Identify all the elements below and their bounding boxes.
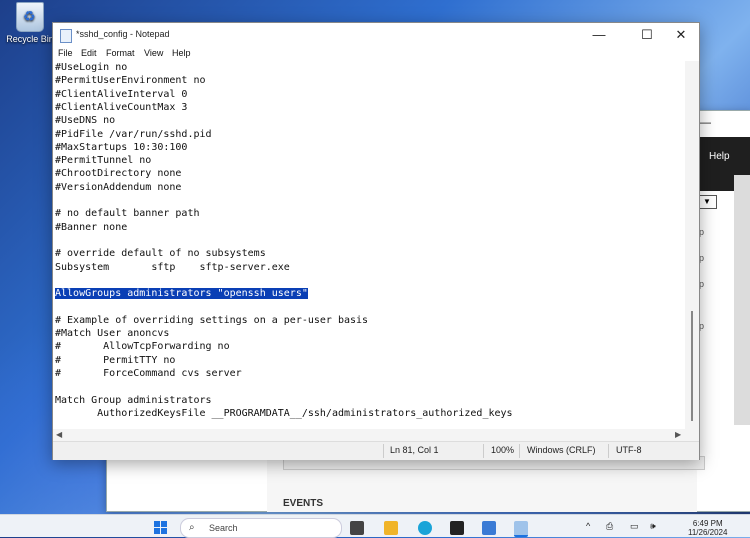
search-icon: ⌕ xyxy=(189,522,195,533)
selected-text: AllowGroups administrators "openssh user… xyxy=(55,288,308,300)
help-menu[interactable]: Help xyxy=(709,151,730,162)
menu-file[interactable]: File xyxy=(58,48,73,58)
search-placeholder: Search xyxy=(209,523,238,533)
notification-bell-icon[interactable] xyxy=(734,519,744,533)
recycle-bin-shortcut[interactable]: ♻ Recycle Bin xyxy=(4,0,56,44)
recycle-bin-icon: ♻ xyxy=(16,2,44,32)
line-text: #ChrootDirectory none xyxy=(55,168,182,180)
divider xyxy=(519,444,520,458)
divider xyxy=(608,444,609,458)
display-icon[interactable]: ▭ xyxy=(630,521,639,532)
text-line[interactable]: # AllowTcpForwarding no xyxy=(55,340,230,353)
text-line[interactable]: #VersionAddendum none xyxy=(55,181,181,194)
text-line[interactable]: Match Group administrators xyxy=(55,394,212,407)
text-line[interactable]: # ForceCommand cvs server xyxy=(55,367,242,380)
events-heading: EVENTS xyxy=(283,498,324,509)
taskbar: ⌕ Search ^ ⎙ ▭ 🕪 6:49 PM 11/26/2024 xyxy=(0,514,750,538)
text-line[interactable]: #ClientAliveCountMax 3 xyxy=(55,101,187,114)
text-line[interactable]: AuthorizedKeysFile __PROGRAMDATA__/ssh/a… xyxy=(55,407,513,420)
text-line[interactable]: # Example of overriding settings on a pe… xyxy=(55,314,368,327)
window-title: *sshd_config - Notepad xyxy=(76,29,170,39)
text-line[interactable]: AllowGroups administrators "openssh user… xyxy=(55,287,308,300)
close-button[interactable]: ✕ xyxy=(661,23,701,47)
text-line[interactable]: # no default banner path xyxy=(55,207,200,220)
menu-view[interactable]: View xyxy=(144,48,163,58)
zoom-level: 100% xyxy=(491,445,515,455)
notepad-taskbar-icon[interactable] xyxy=(514,521,528,537)
line-text: #ClientAliveInterval 0 xyxy=(55,88,188,100)
windows-logo-icon xyxy=(154,521,160,527)
line-text: # AllowTcpForwarding no xyxy=(55,341,230,353)
horizontal-scrollbar[interactable]: ◀ ▶ xyxy=(53,429,685,441)
text-line[interactable]: Subsystem sftp sftp-server.exe xyxy=(55,261,290,274)
terminal-icon[interactable] xyxy=(450,521,464,535)
line-text: # no default banner path xyxy=(55,208,200,220)
text-line[interactable]: # PermitTTY no xyxy=(55,354,175,367)
line-text: #PermitUserEnvironment no xyxy=(55,75,206,87)
menu-help[interactable]: Help xyxy=(172,48,191,58)
taskbar-search[interactable]: ⌕ Search xyxy=(180,518,342,538)
notepad-window[interactable]: *sshd_config - Notepad — ☐ ✕ File Edit F… xyxy=(52,22,700,460)
minimize-button[interactable]: — xyxy=(579,23,619,47)
line-text: #VersionAddendum none xyxy=(55,181,182,193)
text-line[interactable]: #Match User anoncvs xyxy=(55,327,169,340)
start-button[interactable] xyxy=(154,521,168,535)
line-text: #PermitTunnel no xyxy=(55,155,152,167)
text-line[interactable]: #UseDNS no xyxy=(55,114,115,127)
network-icon[interactable]: ⎙ xyxy=(606,521,613,532)
line-text: # PermitTTY no xyxy=(55,354,176,366)
file-explorer-icon[interactable] xyxy=(384,521,398,535)
edge-browser-icon[interactable] xyxy=(418,521,432,535)
text-line[interactable]: #PermitTunnel no xyxy=(55,154,151,167)
scroll-right-icon[interactable]: ▶ xyxy=(675,429,681,441)
text-line[interactable]: #ClientAliveInterval 0 xyxy=(55,88,187,101)
line-text: #UseLogin no xyxy=(55,62,128,73)
line-text: # ForceCommand cvs server xyxy=(55,367,242,379)
cursor-position: Ln 81, Col 1 xyxy=(390,445,439,455)
text-line[interactable]: # override default of no subsystems xyxy=(55,247,266,260)
line-text: # Example of overriding settings on a pe… xyxy=(55,314,369,326)
dropdown-toggle[interactable]: ▼ xyxy=(697,195,717,209)
vertical-scrollbar[interactable] xyxy=(685,61,699,455)
volume-icon[interactable]: 🕪 xyxy=(650,521,656,532)
scroll-thumb[interactable] xyxy=(691,311,693,421)
text-line[interactable]: #MaxStartups 10:30:100 xyxy=(55,141,187,154)
line-text: #MaxStartups 10:30:100 xyxy=(55,141,188,153)
line-text: #Banner none xyxy=(55,221,128,233)
encoding: UTF-8 xyxy=(616,445,642,455)
server-manager-icon[interactable] xyxy=(482,521,496,535)
scroll-left-icon[interactable]: ◀ xyxy=(56,429,62,441)
title-bar[interactable]: *sshd_config - Notepad — ☐ ✕ xyxy=(53,23,699,47)
status-bar: Ln 81, Col 1 100% Windows (CRLF) UTF-8 xyxy=(53,441,699,460)
recycle-bin-label: Recycle Bin xyxy=(6,34,54,44)
text-line[interactable]: #Banner none xyxy=(55,221,127,234)
task-view-icon[interactable] xyxy=(350,521,364,535)
system-clock[interactable]: 6:49 PM 11/26/2024 xyxy=(688,519,727,537)
chevron-up-icon[interactable]: ^ xyxy=(586,521,590,531)
line-text: Match Group administrators xyxy=(55,394,212,406)
text-line[interactable]: #ChrootDirectory none xyxy=(55,167,181,180)
scrollbar[interactable] xyxy=(734,175,750,425)
line-text: # override default of no subsystems xyxy=(55,248,266,260)
menu-format[interactable]: Format xyxy=(106,48,135,58)
line-text: Subsystem sftp sftp-server.exe xyxy=(55,261,290,273)
line-text: AuthorizedKeysFile __PROGRAMDATA__/ssh/a… xyxy=(55,407,513,419)
notepad-icon xyxy=(60,29,72,43)
menu-edit[interactable]: Edit xyxy=(81,48,97,58)
divider xyxy=(483,444,484,458)
text-line[interactable]: #UseLogin no xyxy=(55,61,127,74)
text-line[interactable]: #PermitUserEnvironment no xyxy=(55,74,206,87)
divider xyxy=(383,444,384,458)
line-ending: Windows (CRLF) xyxy=(527,445,596,455)
text-line[interactable]: #PidFile /var/run/sshd.pid xyxy=(55,128,212,141)
line-text: #ClientAliveCountMax 3 xyxy=(55,101,188,113)
line-text: #UseDNS no xyxy=(55,115,116,127)
line-text: #Match User anoncvs xyxy=(55,328,170,339)
clock-time: 6:49 PM xyxy=(692,519,723,528)
line-text: #PidFile /var/run/sshd.pid xyxy=(55,128,212,140)
text-editor[interactable]: #UseLogin no #PermitUserEnvironment no #Cl… xyxy=(53,61,685,455)
minimize-button[interactable]: — xyxy=(699,115,711,129)
